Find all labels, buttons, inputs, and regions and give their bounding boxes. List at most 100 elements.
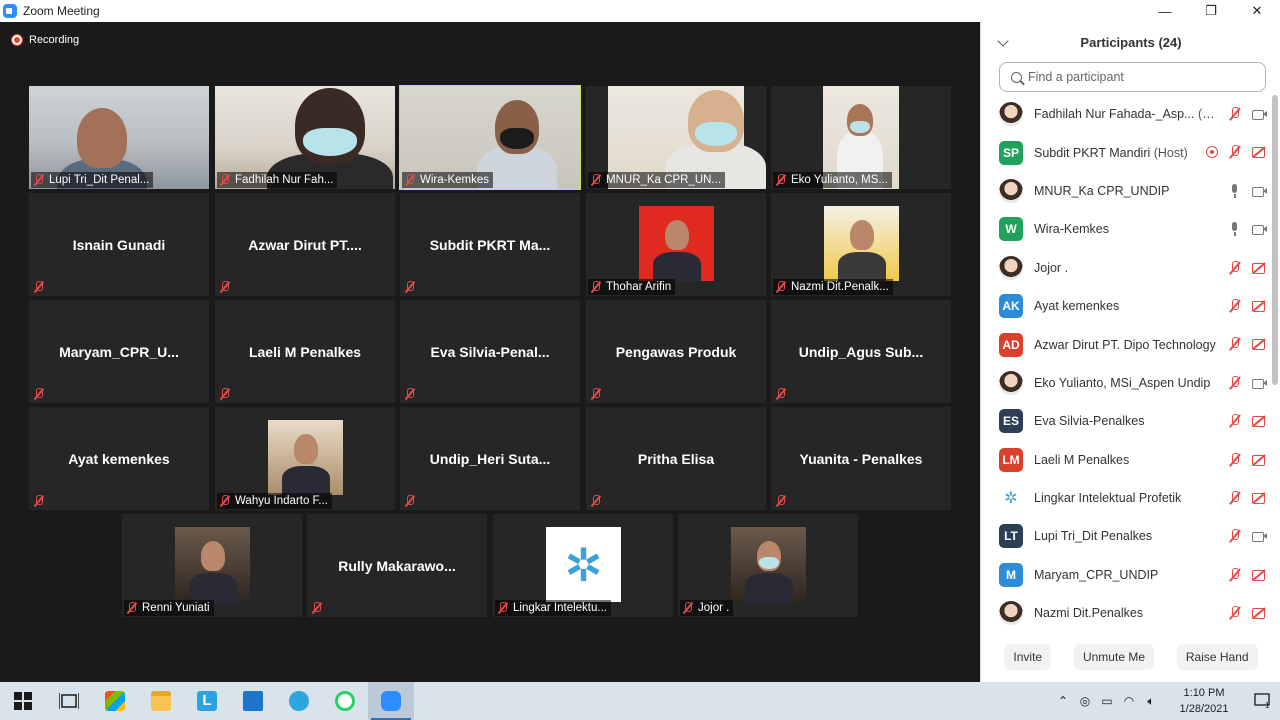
task-view-button[interactable] [46,682,92,720]
tile-name: Jojor . [698,602,730,614]
participant-row[interactable]: AK Ayat kemenkes [981,287,1271,325]
mic-muted-icon [404,495,416,507]
video-tile[interactable]: Wahyu Indarto F... [215,407,395,510]
video-tile[interactable]: Pritha Elisa [586,407,766,510]
wifi-icon[interactable]: ◠ [1118,682,1140,720]
telegram-app[interactable] [276,682,322,720]
participant-row[interactable]: Eko Yulianto, MSi_Aspen Undip [981,364,1271,402]
participant-row[interactable]: MNUR_Ka CPR_UNDIP [981,172,1271,210]
video-tile[interactable]: Lupi Tri_Dit Penal... [29,86,209,189]
participant-row[interactable]: M Maryam_CPR_UNDIP [981,556,1271,594]
video-tile[interactable]: Rully Makarawo... [307,514,487,617]
video-tile[interactable]: Nazmi Dit.Penalk... [771,193,951,296]
close-button[interactable]: ✕ [1234,0,1280,22]
file-explorer-app[interactable] [138,682,184,720]
participant-row[interactable]: Jojor . [981,249,1271,287]
tile-name-label [402,279,420,295]
notification-center-button[interactable]: 1 [1246,682,1280,720]
participant-display-name: Undip_Agus Sub... [798,344,924,360]
participant-name: Laeli M Penalkes [1034,452,1130,467]
photo-avatar [999,102,1023,127]
chevron-up-icon[interactable]: ⌃ [1052,682,1074,720]
participant-row[interactable]: LT Lupi Tri_Dit Penalkes [981,517,1271,555]
invite-button[interactable]: Invite [1004,644,1052,670]
raise-hand-button[interactable]: Raise Hand [1176,644,1258,670]
video-tile[interactable]: Azwar Dirut PT.... [215,193,395,296]
video-tile[interactable]: Undip_Heri Suta... [400,407,580,510]
camera-off-icon [1251,145,1267,159]
video-tile[interactable]: Isnain Gunadi [29,193,209,296]
participant-row[interactable]: Nazmi Dit.Penalkes [981,594,1271,632]
video-tile[interactable]: Pengawas Produk [586,300,766,403]
mic-muted-icon [497,602,509,614]
mic-muted-icon [404,388,416,400]
mic-muted-icon [219,174,231,186]
participant-row[interactable]: SP Subdit PKRT Mandiri (Host) [981,133,1271,171]
recording-indicator[interactable]: Recording [12,34,79,46]
scrollbar-thumb[interactable] [1272,95,1278,385]
participant-status-icons [1227,441,1267,479]
video-tile[interactable]: Undip_Agus Sub... [771,300,951,403]
minimize-button[interactable]: — [1142,0,1188,22]
whatsapp-app[interactable] [322,682,368,720]
mic-muted-icon [219,388,231,400]
participant-display-name: Yuanita - Penalkes [799,451,923,467]
chevron-down-icon[interactable] [997,35,1009,47]
zoom-app[interactable] [368,682,414,720]
camera-off-icon [1251,606,1267,620]
video-tile[interactable]: Ayat kemenkes [29,407,209,510]
video-tile[interactable]: Subdit PKRT Ma... [400,193,580,296]
tile-name-label: Nazmi Dit.Penalk... [773,279,893,295]
l-app[interactable]: L [184,682,230,720]
photo-avatar [999,255,1023,280]
participant-display-name: Undip_Heri Suta... [429,451,551,467]
initials-avatar: AK [999,294,1023,319]
video-tile[interactable]: MNUR_Ka CPR_UN... [586,86,766,189]
tile-name-label [31,386,49,402]
meet-now-icon[interactable]: ◎ [1074,682,1096,720]
participant-status-icons [1227,249,1267,287]
tile-name-label: Renni Yuniati [124,600,214,616]
participant-row[interactable]: AD Azwar Dirut PT. Dipo Technology [981,325,1271,363]
tile-name: Fadhilah Nur Fah... [235,174,334,186]
microphone-muted-icon [1227,145,1243,159]
tile-name-label: Lupi Tri_Dit Penal... [31,172,154,188]
video-tile[interactable]: Wira-Kemkes [399,85,581,190]
video-tile[interactable]: Renni Yuniati [122,514,302,617]
participant-row[interactable]: ✲ Lingkar Intelektual Profetik [981,479,1271,517]
video-tile[interactable]: Laeli M Penalkes [215,300,395,403]
participant-display-name: Maryam_CPR_U... [59,344,179,360]
video-tile[interactable]: Yuanita - Penalkes [771,407,951,510]
search-input[interactable] [1028,70,1248,84]
video-tile[interactable]: Eva Silvia-Penal... [400,300,580,403]
clock[interactable]: 1:10 PM 1/28/2021 [1168,685,1240,717]
participant-search[interactable] [999,62,1266,92]
participant-display-name: Eva Silvia-Penal... [430,344,550,360]
tile-name-label: Thohar Arifin [588,279,676,295]
video-tile[interactable]: Maryam_CPR_U... [29,300,209,403]
restore-button[interactable]: ❐ [1188,0,1234,22]
video-tile[interactable]: Fadhilah Nur Fah... [215,86,395,189]
participant-name: Fadhilah Nur Fahada-_Asp... (Me) [1034,107,1220,121]
start-button[interactable] [0,682,46,720]
video-tile[interactable]: Eko Yulianto, MS... [771,86,951,189]
unmute-me-button[interactable]: Unmute Me [1073,644,1154,670]
participant-row[interactable]: Fadhilah Nur Fahada-_Asp... (Me) [981,95,1271,133]
participant-row[interactable]: W Wira-Kemkes [981,210,1271,248]
store-app[interactable] [92,682,138,720]
profile-picture [639,206,714,282]
participant-name: Wira-Kemkes [1034,222,1110,237]
video-tile[interactable]: Thohar Arifin [586,193,766,296]
volume-icon[interactable]: 🔈︎ [1140,682,1162,720]
mic-muted-icon [775,495,787,507]
windows-taskbar: L ⌃ ◎ ▭ ◠ 🔈︎ 1:10 PM 1/28/2021 1 [0,682,1280,720]
participant-row[interactable]: ES Eva Silvia-Penalkes [981,402,1271,440]
mail-app[interactable] [230,682,276,720]
participant-scrollbar[interactable] [1272,95,1278,632]
battery-icon[interactable]: ▭ [1096,682,1118,720]
microphone-muted-icon [1227,529,1243,543]
logo-avatar: ✲ [999,486,1023,511]
participant-row[interactable]: LM Laeli M Penalkes [981,441,1271,479]
video-tile[interactable]: Jojor . [678,514,858,617]
video-tile[interactable]: ✲ Lingkar Intelektu... [493,514,673,617]
